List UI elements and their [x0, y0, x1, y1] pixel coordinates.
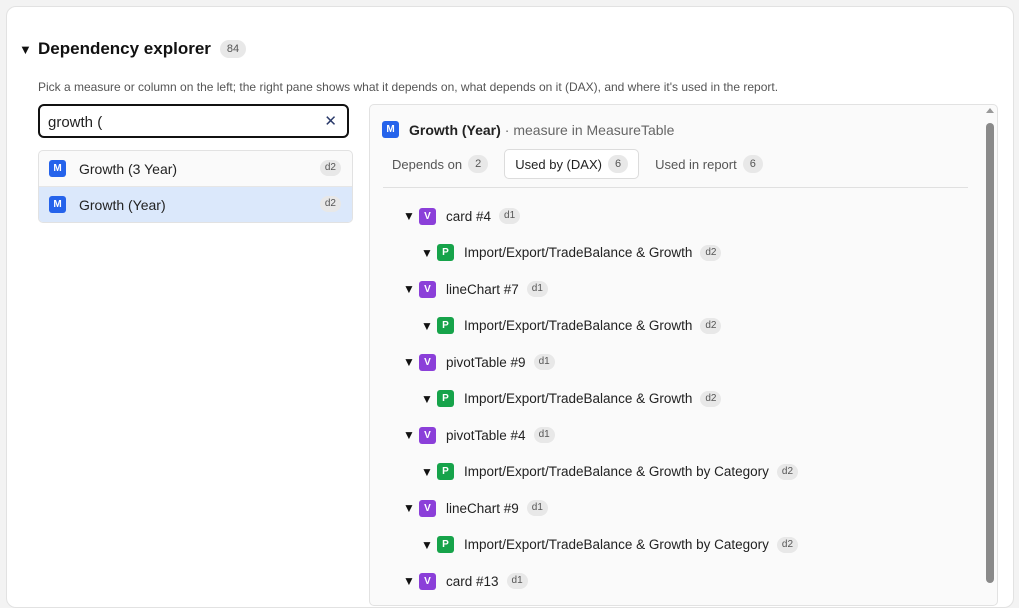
tab-count-badge: 2 — [468, 155, 489, 173]
tab-label: Used by (DAX) — [515, 156, 602, 172]
dependency-explorer-card: ▼ Dependency explorer 84 Pick a measure … — [6, 6, 1014, 608]
detail-tabs: Depends on 2 Used by (DAX) 6 Used in rep… — [382, 149, 773, 179]
page-icon: P — [437, 390, 454, 407]
depth-badge: d2 — [319, 196, 341, 212]
tab-count-badge: 6 — [742, 155, 763, 173]
tree-label: pivotTable #4 — [446, 427, 526, 443]
result-item[interactable]: M Growth (3 Year) d2 — [39, 151, 352, 186]
tree-label: Import/Export/TradeBalance & Growth — [464, 245, 693, 260]
tree-label: lineChart #9 — [446, 500, 519, 516]
measure-icon: M — [49, 196, 66, 213]
page-icon: P — [437, 536, 454, 553]
tree-row[interactable]: ▼ VlineChart #9 d1 — [403, 498, 548, 518]
tree-label: lineChart #7 — [446, 281, 519, 297]
scrollbar-thumb[interactable] — [986, 123, 994, 583]
tab-label: Used in report — [655, 156, 737, 172]
depth-badge: d1 — [526, 500, 548, 516]
expand-caret-icon[interactable]: ▼ — [421, 538, 433, 552]
page-icon: P — [437, 317, 454, 334]
tree-label: card #4 — [446, 208, 492, 224]
tree-label: Import/Export/TradeBalance & Growth by C… — [464, 537, 769, 552]
section-header[interactable]: ▼ Dependency explorer 84 — [19, 39, 247, 59]
detail-pane: M Growth (Year) · measure in MeasureTabl… — [369, 104, 998, 606]
tab-used-by-dax[interactable]: Used by (DAX) 6 — [504, 149, 640, 179]
tree-row[interactable]: ▼ P Import/Export/TradeBalance & Growth d2 — [421, 243, 722, 263]
expand-caret-icon[interactable]: ▼ — [403, 501, 415, 515]
results-list: M Growth (3 Year) d2 M Growth (Year) d2 — [38, 150, 353, 223]
tree-row[interactable]: ▼ VpivotTable #4 d1 — [403, 425, 555, 445]
measure-icon: M — [49, 160, 66, 177]
visual-icon: V — [419, 572, 436, 590]
visual-icon: V — [419, 499, 436, 517]
tree-row[interactable]: ▼ P Import/Export/TradeBalance & Growth d2 — [421, 316, 722, 336]
tree-label: Import/Export/TradeBalance & Growth — [464, 391, 693, 406]
tab-used-in-report[interactable]: Used in report 6 — [645, 149, 773, 179]
expand-caret-icon[interactable]: ▼ — [403, 428, 415, 442]
result-item-selected[interactable]: M Growth (Year) d2 — [39, 186, 352, 222]
depth-badge: d1 — [499, 208, 521, 224]
depth-badge: d1 — [506, 573, 528, 589]
depth-badge: d1 — [533, 354, 555, 370]
count-badge: 84 — [219, 40, 247, 58]
tree-label: pivotTable #9 — [446, 354, 526, 370]
description-text: Pick a measure or column on the left; th… — [38, 80, 779, 94]
search-box: ✕ — [38, 104, 349, 138]
depth-badge: d2 — [776, 536, 799, 553]
tab-depends-on[interactable]: Depends on 2 — [382, 149, 498, 179]
depth-badge: d2 — [700, 317, 722, 334]
tab-divider — [383, 187, 968, 188]
expand-caret-icon[interactable]: ▼ — [403, 209, 415, 223]
depth-badge: d2 — [319, 160, 341, 176]
depth-badge: d1 — [526, 281, 548, 297]
tree-row[interactable]: ▼ P Import/Export/TradeBalance & Growth by… — [421, 462, 799, 482]
visual-icon: V — [419, 353, 436, 371]
depth-badge: d2 — [700, 244, 722, 261]
expand-caret-icon[interactable]: ▼ — [421, 392, 433, 406]
tab-count-badge: 6 — [607, 155, 629, 173]
expand-caret-icon[interactable]: ▼ — [421, 246, 433, 260]
tree-row[interactable]: ▼ VlineChart #7 d1 — [403, 279, 548, 299]
result-label: Growth (Year) — [79, 196, 166, 213]
tree-row[interactable]: ▼ VpivotTable #9 d1 — [403, 352, 555, 372]
collapse-caret-icon[interactable]: ▼ — [19, 42, 33, 57]
tree-row[interactable]: ▼ P Import/Export/TradeBalance & Growth d2 — [421, 389, 722, 409]
expand-caret-icon[interactable]: ▼ — [403, 282, 415, 296]
page-icon: P — [437, 244, 454, 261]
expand-caret-icon[interactable]: ▼ — [403, 574, 415, 588]
result-label: Growth (3 Year) — [79, 160, 178, 177]
tree-row[interactable]: ▼ Vcard #4 d1 — [403, 206, 521, 226]
visual-icon: V — [419, 207, 436, 225]
tree-label: Import/Export/TradeBalance & Growth by C… — [464, 464, 769, 479]
search-input[interactable] — [48, 112, 308, 132]
tree-label: Import/Export/TradeBalance & Growth — [464, 318, 693, 333]
tree-label: card #13 — [446, 573, 499, 589]
depth-badge: d2 — [700, 390, 722, 407]
detail-title: Growth (Year) — [409, 121, 501, 138]
expand-caret-icon[interactable]: ▼ — [421, 319, 433, 333]
depth-badge: d1 — [533, 427, 555, 443]
page-icon: P — [437, 463, 454, 480]
clear-icon[interactable]: ✕ — [324, 112, 337, 130]
depth-badge: d2 — [776, 463, 799, 480]
expand-caret-icon[interactable]: ▼ — [403, 355, 415, 369]
scroll-up-icon[interactable] — [986, 108, 994, 113]
visual-icon: V — [419, 280, 436, 298]
visual-icon: V — [419, 426, 436, 444]
expand-caret-icon[interactable]: ▼ — [421, 465, 433, 479]
detail-subtitle: · measure in MeasureTable — [504, 121, 675, 138]
detail-header: M Growth (Year) · measure in MeasureTabl… — [382, 121, 674, 138]
measure-icon: M — [382, 121, 399, 138]
tab-label: Depends on — [392, 156, 463, 172]
tree-row[interactable]: ▼ Vcard #13 d1 — [403, 571, 528, 591]
section-title: Dependency explorer — [38, 39, 211, 58]
tree-row[interactable]: ▼ P Import/Export/TradeBalance & Growth by… — [421, 535, 799, 555]
